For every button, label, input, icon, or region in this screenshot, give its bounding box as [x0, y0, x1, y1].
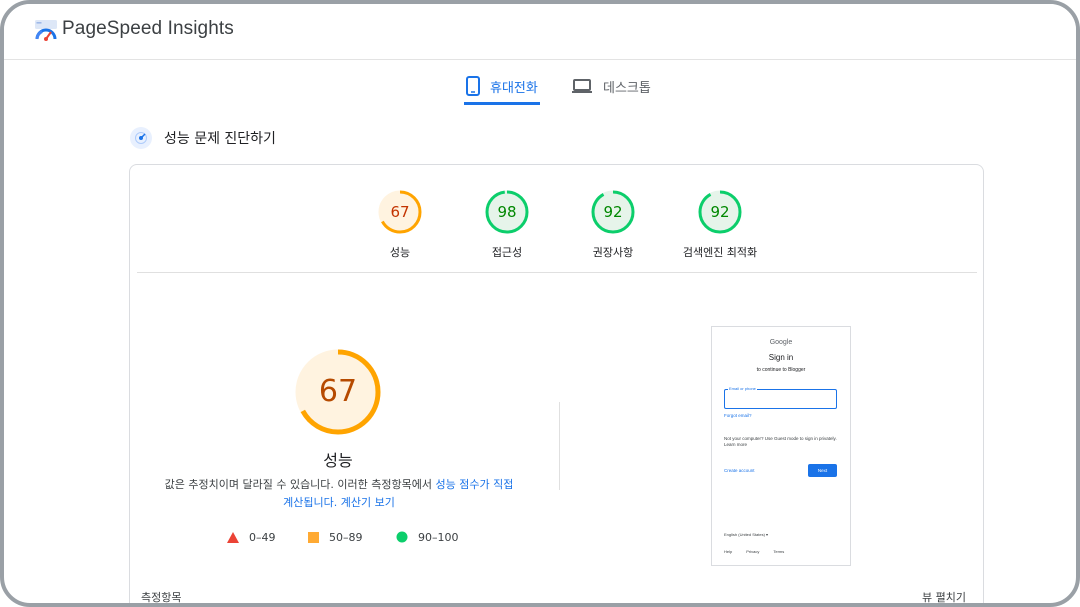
legend-range: 0–49: [249, 530, 276, 544]
diagnose-title: 성능 문제 진단하기: [164, 131, 276, 147]
smartphone-icon: [466, 76, 480, 96]
email-field: [724, 389, 837, 409]
device-tabs: 휴대전화 데스크톱: [4, 60, 1076, 106]
performance-note: 값은 추정치이며 달라질 수 있습니다. 이러한 측정항목에서 성능 점수가 직…: [164, 476, 514, 512]
calculator-link[interactable]: 계산기 보기: [341, 496, 395, 509]
footer-help: Help: [724, 549, 733, 554]
signin-title: Sign in: [768, 353, 794, 362]
legend-fail: 0–49: [227, 530, 276, 544]
performance-label: 성능: [323, 451, 353, 470]
footer-links: Help Privacy Terms: [724, 549, 784, 554]
note-text: 값은 추정치이며 달라질 수 있습니다. 이러한 측정항목에서: [164, 478, 436, 491]
category-score: 67: [390, 203, 410, 221]
lighthouse-icon: [130, 127, 152, 149]
forgot-email-link: Forgot email?: [724, 413, 752, 418]
header: PageSpeed Insights: [4, 4, 1076, 60]
create-account-link: Create account: [724, 468, 755, 473]
category-gauge-accessibility[interactable]: 98: [484, 189, 530, 235]
legend-range: 50–89: [329, 530, 363, 544]
footer-privacy: Privacy: [746, 549, 760, 554]
tab-mobile-label: 휴대전화: [490, 80, 538, 96]
category-label[interactable]: 검색엔진 최적화: [650, 244, 790, 260]
square-icon: [308, 531, 319, 543]
email-placeholder: Email or phone: [728, 386, 757, 391]
tab-desktop[interactable]: 데스크톱: [571, 70, 651, 102]
tab-desktop-label: 데스크톱: [603, 80, 651, 96]
guest-mode-text: Not your computer? Use Guest mode to sig…: [724, 436, 837, 447]
legend-pass: 90–100: [396, 530, 459, 544]
language-select: English (United States) ▾: [724, 532, 769, 537]
final-screenshot[interactable]: Google Sign in to continue to Blogger Em…: [711, 326, 851, 566]
pagespeed-logo-icon[interactable]: [34, 18, 58, 42]
google-logo: Google: [769, 339, 793, 346]
tab-mobile[interactable]: 휴대전화: [466, 70, 538, 102]
category-score: 92: [710, 203, 730, 221]
legend-range: 90–100: [418, 530, 459, 544]
triangle-icon: [227, 531, 239, 543]
signin-subtitle: to continue to Blogger: [756, 367, 806, 373]
tab-selected-indicator: [464, 102, 540, 105]
legend-average: 50–89: [308, 530, 363, 544]
laptop-icon: [572, 79, 592, 93]
metrics-heading: 측정항목: [141, 591, 182, 604]
next-button: Next: [808, 464, 837, 477]
circle-icon: [396, 531, 408, 543]
category-gauge-seo[interactable]: 92: [697, 189, 743, 235]
category-gauge-performance[interactable]: 67: [377, 189, 423, 235]
performance-score: 67: [318, 374, 358, 409]
vertical-divider: [559, 402, 560, 490]
footer-terms: Terms: [773, 549, 785, 554]
browser-frame: PageSpeed Insights 휴대전화 데스크톱 성능 문제 진단하기: [0, 0, 1080, 607]
section-divider: [137, 272, 977, 273]
brand-title[interactable]: PageSpeed Insights: [62, 18, 234, 40]
category-score: 92: [603, 203, 623, 221]
category-gauge-best-practices[interactable]: 92: [590, 189, 636, 235]
expand-view-button[interactable]: 뷰 펼치기: [922, 589, 966, 603]
category-score: 98: [497, 203, 517, 221]
